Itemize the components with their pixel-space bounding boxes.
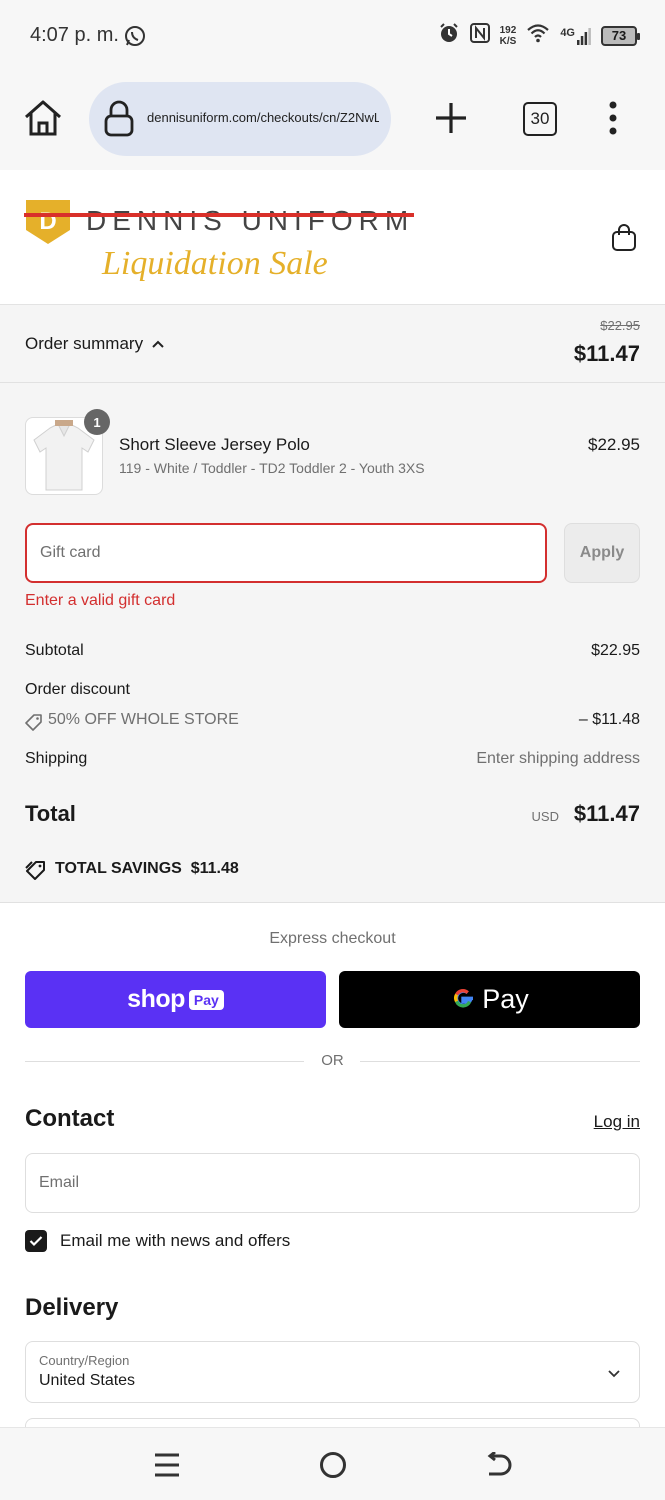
shop-pay-pill: Pay	[188, 989, 224, 1010]
plus-icon[interactable]	[433, 100, 469, 141]
checkmark-icon	[29, 1236, 43, 1247]
network-speed: 192 K/S	[500, 25, 517, 47]
delivery-heading: Delivery	[25, 1294, 119, 1321]
order-discount-label: Order discount	[25, 681, 130, 698]
system-navigation-bar	[0, 1427, 665, 1500]
browser-toolbar: dennisuniform.com/checkouts/cn/Z2NwL 30	[0, 72, 665, 170]
status-icons: 192 K/S 4G 73	[438, 22, 640, 49]
shipping-value: Enter shipping address	[476, 750, 640, 767]
order-summary-section: Order summary $22.95 $11.47 1 Short Slee…	[0, 305, 665, 903]
speed-unit: K/S	[499, 35, 517, 47]
total-value: $11.47	[573, 801, 640, 826]
email-field[interactable]	[25, 1153, 640, 1213]
chevron-up-icon[interactable]	[151, 337, 165, 355]
apply-button[interactable]: Apply	[564, 523, 640, 583]
country-value[interactable]: United States	[39, 1372, 135, 1390]
store-header: D DENNIS UNIFORM Liquidation Sale	[0, 170, 665, 305]
signal-icon: 4G	[560, 27, 591, 45]
recent-apps-icon[interactable]	[154, 1452, 180, 1483]
gift-card-error: Enter a valid gift card	[25, 592, 176, 609]
tab-switcher-button[interactable]: 30	[523, 102, 557, 136]
speed-value: 192	[499, 24, 517, 36]
whatsapp-icon	[124, 25, 146, 52]
product-price: $22.95	[588, 435, 640, 454]
contact-heading: Contact	[25, 1105, 115, 1132]
order-summary-label[interactable]: Order summary	[25, 334, 143, 354]
discount-value: – $11.48	[578, 711, 640, 728]
savings-label: TOTAL SAVINGS	[55, 860, 182, 877]
home-icon[interactable]	[22, 98, 64, 143]
tag-icon	[25, 713, 43, 736]
lock-icon[interactable]	[103, 100, 135, 143]
express-checkout-label: Express checkout	[269, 930, 396, 947]
country-select[interactable]: Country/Region United States	[25, 1341, 640, 1403]
original-total: $22.95	[600, 318, 640, 333]
home-circle-icon[interactable]	[319, 1451, 347, 1484]
order-summary-toggle[interactable]: Order summary $22.95 $11.47	[0, 305, 665, 383]
country-label: Country/Region	[39, 1353, 130, 1368]
newsletter-label[interactable]: Email me with news and offers	[60, 1231, 290, 1251]
login-link[interactable]: Log in	[594, 1112, 640, 1132]
chevron-down-icon[interactable]	[607, 1366, 621, 1384]
gift-card-input[interactable]	[25, 523, 547, 583]
discount-code: 50% OFF WHOLE STORE	[48, 711, 239, 728]
savings-value: $11.48	[190, 860, 239, 877]
google-pay-word: Pay	[482, 984, 529, 1014]
alarm-icon	[438, 22, 460, 49]
subtotal-value: $22.95	[591, 642, 640, 659]
or-label: OR	[321, 1052, 344, 1069]
shipping-label: Shipping	[25, 750, 88, 767]
savings-tag-icon	[25, 860, 47, 885]
shopping-bag-icon[interactable]	[611, 224, 637, 257]
total-currency: USD	[531, 809, 559, 824]
nfc-icon	[469, 23, 490, 48]
more-menu-icon[interactable]	[606, 100, 620, 141]
logo-letter: D	[39, 208, 56, 235]
total-savings: TOTAL SAVINGS $11.48	[55, 860, 239, 878]
shop-pay-word: shop	[127, 985, 185, 1013]
battery-indicator: 73	[601, 25, 640, 46]
store-logo[interactable]: D DENNIS UNIFORM Liquidation Sale	[24, 192, 424, 289]
product-variant: 119 - White / Toddler - TD2 Toddler 2 - …	[119, 460, 425, 476]
google-pay-button[interactable]: Pay	[339, 971, 640, 1028]
subtotal-label: Subtotal	[25, 642, 84, 659]
status-bar: 4:07 p. m. 192 K/S 4G 73	[0, 0, 665, 72]
google-g-icon	[450, 985, 476, 1014]
product-name: Short Sleeve Jersey Polo	[119, 435, 310, 454]
newsletter-checkbox[interactable]	[25, 1230, 47, 1252]
network-type: 4G	[560, 26, 575, 39]
total-label: Total	[25, 801, 76, 826]
quantity-badge: 1	[84, 409, 110, 435]
shop-pay-button[interactable]: shop Pay	[25, 971, 326, 1028]
logo-brand: DENNIS UNIFORM	[86, 205, 414, 236]
summary-total: $11.47	[573, 341, 640, 366]
wifi-icon	[526, 23, 550, 48]
back-icon[interactable]	[485, 1450, 513, 1483]
logo-tagline: Liquidation Sale	[101, 245, 328, 282]
status-time: 4:07 p. m.	[30, 24, 119, 46]
url-text[interactable]: dennisuniform.com/checkouts/cn/Z2NwL	[147, 110, 379, 125]
address-bar[interactable]: dennisuniform.com/checkouts/cn/Z2NwL	[89, 82, 391, 156]
